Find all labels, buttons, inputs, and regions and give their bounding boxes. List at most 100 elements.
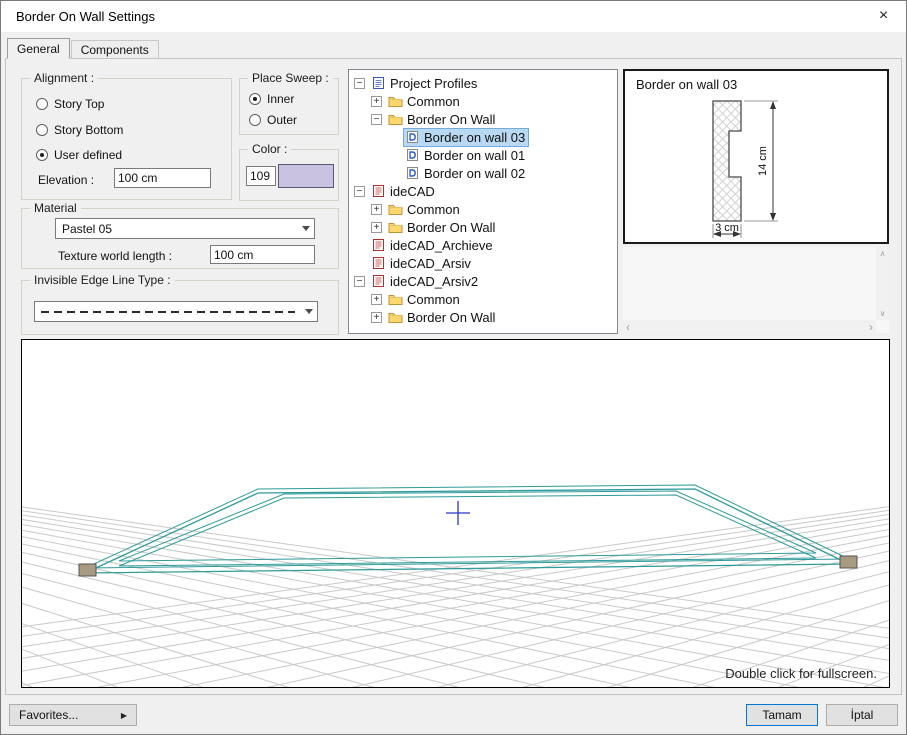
tree-item[interactable]: + Border On Wall (349, 308, 617, 326)
window-title: Border On Wall Settings (16, 9, 155, 24)
tree-item[interactable]: − ideCAD_Arsiv2 (349, 272, 617, 290)
invisible-edge-legend: Invisible Edge Line Type : (30, 273, 175, 287)
profile-preview-panel: Border on wall 03 14 cm 3 cm (623, 69, 889, 244)
profile-icon (405, 148, 420, 162)
expander-minus-icon[interactable]: − (354, 185, 365, 197)
elevation-input[interactable] (114, 168, 211, 188)
expander-plus-icon[interactable]: + (371, 95, 382, 107)
place-sweep-legend: Place Sweep : (248, 71, 333, 85)
radio-circle-icon (249, 114, 261, 126)
texture-length-label: Texture world length : (58, 249, 173, 263)
radio-outer[interactable]: Outer (249, 113, 297, 127)
tree-item-label: Common (407, 201, 460, 217)
material-dropdown[interactable]: Pastel 05 (55, 218, 315, 239)
tree-item[interactable]: + Common (349, 290, 617, 308)
profile-icon (405, 166, 420, 180)
scroll-right-icon[interactable]: › (869, 320, 873, 334)
radio-label: User defined (54, 148, 123, 162)
favorites-button[interactable]: Favorites... ▶ (9, 704, 137, 726)
radio-story-top[interactable]: Story Top (36, 97, 104, 111)
book-icon (371, 184, 386, 198)
favorites-label: Favorites... (19, 708, 79, 722)
scroll-left-icon[interactable]: ‹ (626, 320, 630, 334)
dashed-line-sample (41, 310, 295, 313)
expander-minus-icon[interactable]: − (371, 113, 382, 125)
texture-length-input[interactable] (210, 245, 315, 264)
chevron-down-icon (305, 309, 313, 314)
expander-plus-icon[interactable]: + (371, 203, 382, 215)
viewport-canvas (22, 484, 889, 687)
dim-vertical-label: 14 cm (757, 146, 769, 176)
scroll-down-icon[interactable]: ∨ (880, 309, 886, 318)
tab-page-general: Alignment : Story Top Story Bottom User … (5, 58, 902, 695)
ok-button[interactable]: Tamam (746, 704, 818, 726)
tree-item-label: Common (407, 93, 460, 109)
expander-plus-icon[interactable]: + (371, 293, 382, 305)
material-legend: Material (30, 201, 81, 215)
profile-tree: − Project Profiles + Common − Border On Wall B… (348, 69, 618, 334)
tree-item[interactable]: + Border On Wall (349, 218, 617, 236)
tree-item-label: ideCAD (390, 183, 435, 199)
alignment-group: Alignment : Story Top Story Bottom User … (21, 71, 232, 200)
preview-title: Border on wall 03 (636, 77, 738, 92)
expander-minus-icon[interactable]: − (354, 275, 365, 287)
folder-icon (388, 113, 403, 125)
tree-item-label: ideCAD_Arsiv2 (390, 273, 479, 289)
radio-user-defined[interactable]: User defined (36, 148, 122, 162)
tree-item-label: Border on wall 03 (424, 129, 526, 145)
tree-item-label: ideCAD_Archieve (390, 237, 493, 253)
fullscreen-hint: Double click for fullscreen. (725, 666, 877, 681)
expand-right-icon: ▶ (120, 710, 127, 720)
color-index-input[interactable] (246, 166, 276, 186)
radio-inner[interactable]: Inner (249, 92, 294, 106)
tree-item[interactable]: Border on wall 02 (349, 164, 617, 182)
folder-icon (388, 221, 403, 233)
material-group: Material Pastel 05 Texture world length … (21, 201, 339, 269)
close-icon[interactable]: × (861, 1, 906, 31)
cancel-button[interactable]: İptal (826, 704, 898, 726)
tree-item-label: Border on wall 01 (424, 147, 526, 163)
folder-icon (388, 293, 403, 305)
book-icon (371, 274, 386, 288)
tree-item[interactable]: ideCAD_Archieve (349, 236, 617, 254)
book-icon (371, 238, 386, 252)
expander-minus-icon[interactable]: − (354, 77, 365, 89)
tree-item[interactable]: Border on wall 01 (349, 146, 617, 164)
tree-item[interactable]: + Common (349, 92, 617, 110)
tree-item-label: Border on wall 02 (424, 165, 526, 181)
tree-item-label: Border On Wall (407, 219, 496, 235)
color-legend: Color : (248, 142, 292, 156)
radio-circle-icon (36, 149, 48, 161)
tree-item-label: Project Profiles (390, 75, 478, 91)
tree-item[interactable]: − ideCAD (349, 182, 617, 200)
book-icon (371, 256, 386, 270)
chevron-down-icon (302, 226, 310, 231)
tree-item[interactable]: ideCAD_Arsiv (349, 254, 617, 272)
tree-item[interactable]: − Project Profiles (349, 74, 617, 92)
horizontal-scrollbar[interactable]: ‹ › (623, 320, 876, 334)
line-type-dropdown[interactable] (34, 301, 318, 322)
tree-item[interactable]: − Border On Wall (349, 110, 617, 128)
3d-viewport[interactable]: Double click for fullscreen. (21, 339, 890, 688)
radio-circle-icon (36, 124, 48, 136)
radio-story-bottom[interactable]: Story Bottom (36, 123, 123, 137)
profile-icon (405, 130, 420, 144)
radio-label: Outer (267, 113, 298, 127)
color-group: Color : (239, 142, 339, 201)
color-swatch[interactable] (278, 164, 334, 188)
tree-item-label: Border On Wall (407, 111, 496, 127)
tree-item-label: ideCAD_Arsiv (390, 255, 471, 271)
tree-item[interactable]: + Common (349, 200, 617, 218)
expander-plus-icon[interactable]: + (371, 221, 382, 233)
tree-item[interactable]: Border on wall 03 (349, 127, 617, 147)
folder-icon (388, 311, 403, 323)
tree-item-label: Border On Wall (407, 309, 496, 325)
vertical-scrollbar[interactable]: ∧ ∨ (876, 247, 889, 320)
title-bar: Border On Wall Settings × (1, 1, 906, 32)
tab-components[interactable]: Components (70, 40, 159, 58)
tab-general[interactable]: General (7, 38, 70, 59)
expander-plus-icon[interactable]: + (371, 311, 382, 323)
elevation-label: Elevation : (38, 173, 95, 187)
scroll-up-icon[interactable]: ∧ (880, 249, 886, 258)
radio-label: Story Top (54, 97, 105, 111)
